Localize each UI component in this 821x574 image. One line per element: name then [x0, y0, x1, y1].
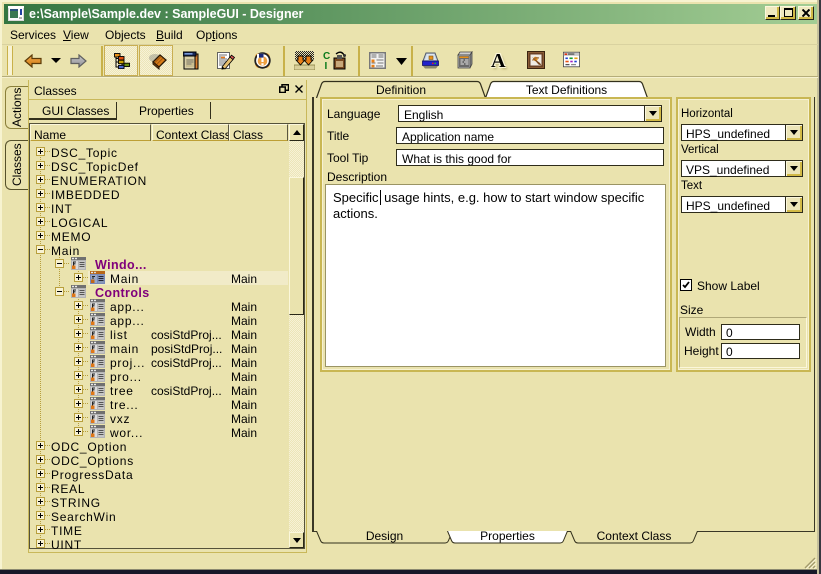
svg-text:I: I [325, 61, 328, 71]
